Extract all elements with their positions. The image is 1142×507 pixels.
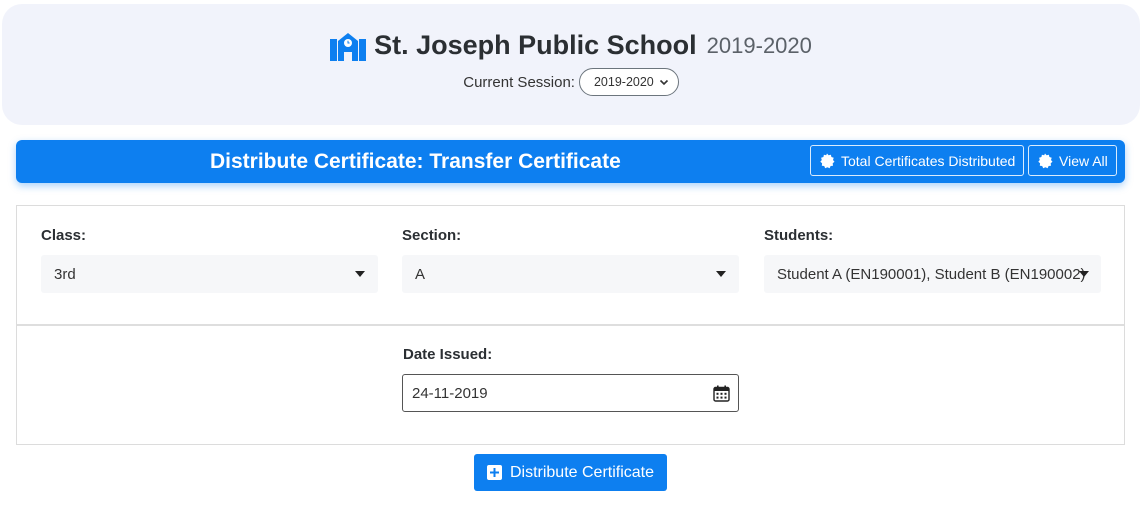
view-all-label: View All — [1059, 152, 1108, 169]
section-label: Section: — [402, 227, 462, 244]
badge-icon — [1038, 153, 1053, 168]
session-line: Current Session: 2019-2020 — [2, 68, 1140, 96]
section-value: A — [415, 265, 426, 283]
school-icon — [330, 32, 367, 61]
students-select[interactable]: Student A (EN190001), Student B (EN19000… — [764, 255, 1101, 293]
school-year: 2019-2020 — [706, 32, 812, 58]
caret-down-icon — [355, 271, 365, 277]
calendar-icon[interactable] — [713, 385, 730, 402]
session-value: 2019-2020 — [593, 75, 654, 89]
session-select[interactable]: 2019-2020 — [578, 68, 679, 96]
plus-square-icon — [486, 465, 502, 480]
date-issued-input[interactable]: 24-11-2019 — [402, 374, 739, 412]
total-certificates-label: Total Certificates Distributed — [841, 152, 1016, 169]
chevron-down-icon — [659, 79, 668, 86]
date-issued-value: 24-11-2019 — [412, 384, 488, 402]
class-label: Class: — [41, 227, 87, 244]
students-label: Students: — [764, 227, 834, 244]
caret-down-icon — [716, 271, 726, 277]
certificate-banner: Distribute Certificate: Transfer Certifi… — [16, 140, 1125, 183]
distribute-certificate-label: Distribute Certificate — [509, 463, 655, 481]
total-certificates-button[interactable]: Total Certificates Distributed — [810, 145, 1024, 176]
distribute-certificate-button[interactable]: Distribute Certificate — [474, 454, 667, 491]
students-value: Student A (EN190001), Student B (EN19000… — [777, 265, 1086, 283]
badge-icon — [820, 153, 835, 168]
form-divider — [17, 324, 1124, 326]
section-select[interactable]: A — [402, 255, 739, 293]
distribution-form: Class: 3rd Section: A Students: Student … — [16, 205, 1125, 445]
session-label: Current Session: — [463, 73, 575, 91]
view-all-button[interactable]: View All — [1028, 145, 1117, 176]
banner-title: Distribute Certificate: Transfer Certifi… — [210, 150, 621, 173]
class-select[interactable]: 3rd — [41, 255, 378, 293]
school-title-line: St. Joseph Public School 2019-2020 — [2, 30, 1140, 61]
class-value: 3rd — [54, 265, 76, 283]
school-name: St. Joseph Public School — [374, 30, 697, 60]
date-issued-label: Date Issued: — [403, 346, 493, 363]
caret-down-icon — [1079, 271, 1089, 277]
page-header: St. Joseph Public School 2019-2020 Curre… — [2, 4, 1140, 125]
